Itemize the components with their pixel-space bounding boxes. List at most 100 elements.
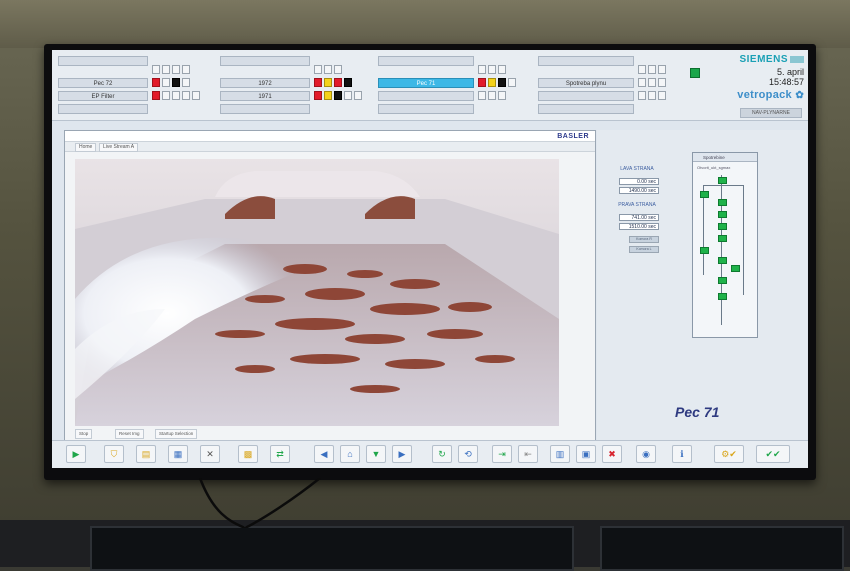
schematic-title: Spotrebine bbox=[693, 153, 757, 162]
left-side-label: LAVA STRANA bbox=[620, 166, 654, 172]
alarm-square-red bbox=[152, 91, 160, 100]
refresh-icon[interactable]: ↻ bbox=[432, 445, 452, 463]
view-icon[interactable]: ◉ bbox=[636, 445, 656, 463]
alarm-square bbox=[354, 91, 362, 100]
right-side-label: PRAVA STRANA bbox=[618, 202, 656, 208]
vetropack-logo: vetropack ✿ bbox=[737, 89, 804, 101]
header-cell[interactable] bbox=[538, 56, 634, 66]
image-icon[interactable]: ▦ bbox=[168, 445, 188, 463]
alarm-square-yellow bbox=[488, 78, 496, 87]
brand-block: SIEMENS 5. april 15:48:57 vetropack ✿ bbox=[712, 54, 804, 116]
window-tabs: Home Live Stream A bbox=[65, 142, 595, 152]
valve-node bbox=[718, 293, 727, 300]
window-pane bbox=[600, 526, 844, 571]
valve-node bbox=[718, 235, 727, 242]
scada-header: Pec 72 1972 Pec 71 Spotreba plynu EP Fil… bbox=[52, 50, 808, 121]
gas-schematic: Spotrebine Otvorit_ukt_sgmax bbox=[692, 152, 758, 338]
alarm-square bbox=[172, 91, 180, 100]
alarm-square bbox=[638, 91, 646, 100]
graph-icon[interactable]: ✕ bbox=[200, 445, 220, 463]
grid-icon[interactable]: ▩ bbox=[238, 445, 258, 463]
alarm-square-yellow bbox=[324, 91, 332, 100]
save-icon[interactable]: ▣ bbox=[576, 445, 596, 463]
alarm-square-red bbox=[334, 78, 342, 87]
alarm-square bbox=[162, 78, 170, 87]
play-icon[interactable]: ▶ bbox=[66, 445, 86, 463]
alarm-square bbox=[638, 78, 646, 87]
alarm-square bbox=[638, 65, 646, 74]
right-side-value-2: 1510.00 sec bbox=[619, 223, 659, 230]
basler-logo: BASLER bbox=[557, 133, 589, 140]
tab-live-stream[interactable]: Live Stream A bbox=[99, 143, 139, 152]
header-cell[interactable] bbox=[220, 56, 310, 66]
monitor-screen: Pec 72 1972 Pec 71 Spotreba plynu EP Fil… bbox=[52, 50, 808, 468]
reset-img-button[interactable]: Reset Img bbox=[115, 429, 144, 439]
alarm-square bbox=[658, 65, 666, 74]
alarm-square bbox=[658, 78, 666, 87]
header-cell[interactable] bbox=[538, 104, 634, 114]
folder-icon[interactable]: ▤ bbox=[136, 445, 156, 463]
alarm-square bbox=[648, 65, 656, 74]
header-cell[interactable] bbox=[538, 91, 634, 101]
filter-icon[interactable]: ⛉ bbox=[104, 445, 124, 463]
pipe-line bbox=[743, 185, 744, 295]
delete-icon[interactable]: ✖ bbox=[602, 445, 622, 463]
home-icon[interactable]: ⌂ bbox=[340, 445, 360, 463]
down-arrow-icon[interactable]: ▼ bbox=[366, 445, 386, 463]
valve-node bbox=[718, 211, 727, 218]
header-cell[interactable] bbox=[378, 91, 474, 101]
furnace-image bbox=[75, 159, 559, 426]
alarm-square bbox=[324, 65, 332, 74]
tab-home[interactable]: Home bbox=[75, 143, 97, 152]
alarm-square bbox=[498, 91, 506, 100]
valve-node bbox=[731, 265, 740, 272]
alarm-square-red bbox=[152, 78, 160, 87]
chamber-l-label: Komora L bbox=[629, 246, 659, 253]
alarm-square bbox=[488, 65, 496, 74]
right-arrow-icon[interactable]: ▶ bbox=[392, 445, 412, 463]
alarm-square-red bbox=[314, 78, 322, 87]
header-cell-pec-72[interactable]: Pec 72 bbox=[58, 78, 148, 88]
valve-node bbox=[700, 247, 709, 254]
alarm-square-red bbox=[314, 91, 322, 100]
camera-window: BASLER Home Live Stream A Stop Reset Img… bbox=[64, 130, 596, 442]
startup-selection-button[interactable]: Startup Selection bbox=[155, 429, 198, 439]
header-cell[interactable] bbox=[220, 104, 310, 114]
user-box[interactable]: NAV-PLYNARNE bbox=[740, 108, 802, 118]
header-cell[interactable] bbox=[378, 104, 474, 114]
document-icon[interactable]: ▥ bbox=[550, 445, 570, 463]
tools-icon[interactable]: ⚙✔ bbox=[714, 445, 744, 463]
alarm-square bbox=[182, 65, 190, 74]
left-arrow-icon[interactable]: ◀ bbox=[314, 445, 334, 463]
header-cell-spotreba-plynu[interactable]: Spotreba plynu bbox=[538, 78, 634, 88]
sync-icon[interactable]: ⟲ bbox=[458, 445, 478, 463]
stop-button[interactable]: Stop bbox=[75, 429, 93, 439]
window-pane bbox=[90, 526, 574, 571]
window-titlebar: BASLER bbox=[65, 131, 595, 142]
alarm-square-red bbox=[478, 78, 486, 87]
power-cable bbox=[198, 478, 321, 528]
check-icon[interactable]: ✔✔ bbox=[756, 445, 790, 463]
import-icon[interactable]: ⇥ bbox=[492, 445, 512, 463]
time-display: 15:48:57 bbox=[768, 77, 804, 87]
alarm-square bbox=[658, 91, 666, 100]
alarm-square bbox=[334, 65, 342, 74]
valve-node bbox=[700, 191, 709, 198]
export-icon[interactable]: ⇤ bbox=[518, 445, 538, 463]
header-cell-1972[interactable]: 1972 bbox=[220, 78, 310, 88]
header-cell-1971[interactable]: 1971 bbox=[220, 91, 310, 101]
right-side-value-1: 741.00 sec bbox=[619, 214, 659, 221]
alarm-square bbox=[478, 65, 486, 74]
header-cell[interactable] bbox=[58, 104, 148, 114]
header-cell[interactable] bbox=[58, 56, 148, 66]
valve-node bbox=[718, 177, 727, 184]
valve-node bbox=[718, 257, 727, 264]
info-icon[interactable]: ℹ bbox=[672, 445, 692, 463]
arrows-icon[interactable]: ⇄ bbox=[270, 445, 290, 463]
alarm-square-black bbox=[334, 91, 342, 100]
valve-node bbox=[718, 223, 727, 230]
header-cell[interactable] bbox=[378, 56, 474, 66]
alarm-square-black bbox=[172, 78, 180, 87]
header-cell-pec-71[interactable]: Pec 71 bbox=[378, 78, 474, 88]
header-cell-ep-filter[interactable]: EP Filter bbox=[58, 91, 148, 101]
